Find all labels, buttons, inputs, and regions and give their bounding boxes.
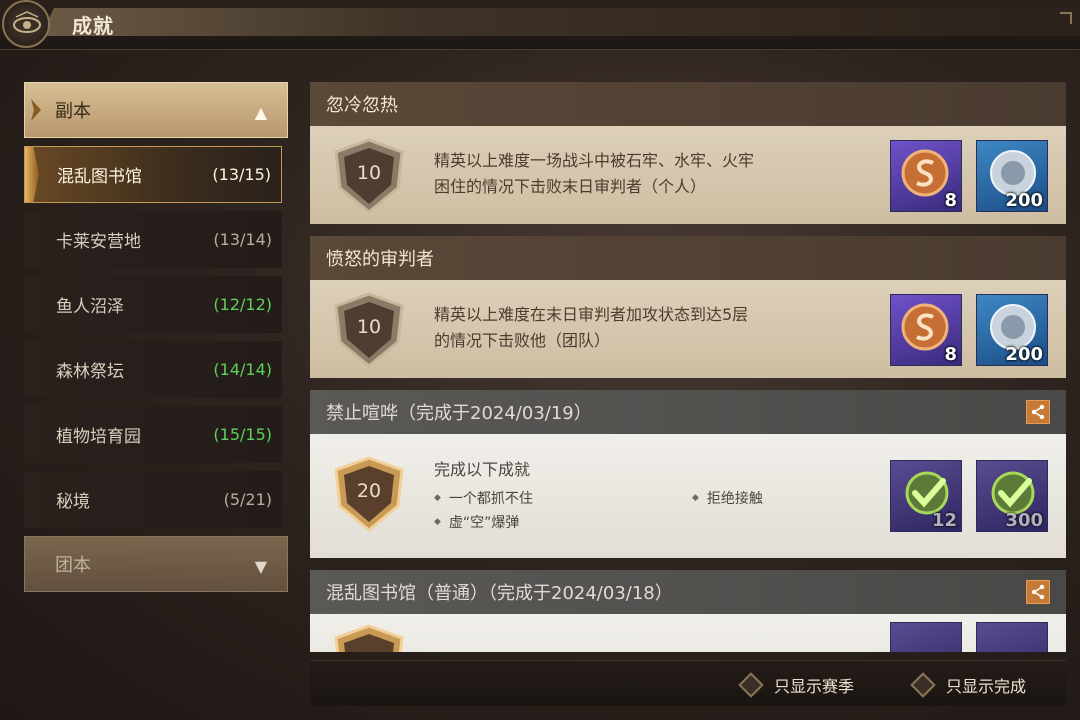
sidebar-item-label: 森林祭坛 — [56, 362, 124, 382]
achievement-title: 愤怒的审判者 — [326, 249, 434, 270]
achievement-list[interactable]: 忽冷忽热 10 精英以上难度一场战斗中被石牢、水牢、火牢 困住的情况下击败末日审… — [310, 82, 1066, 652]
achievement-title: 混乱图书馆（普通）（完成于2024/03/18） — [326, 583, 673, 604]
top-bar: 成就 — [0, 0, 1080, 50]
reward-claimed-item[interactable] — [976, 622, 1048, 652]
achievement-description: 精英以上难度一场战斗中被石牢、水牢、火牢 困住的情况下击败末日审判者（个人） — [434, 148, 874, 200]
share-button[interactable] — [1026, 400, 1050, 424]
filter-bar: 只显示赛季 只显示完成 — [310, 660, 1066, 706]
sidebar-item-count: (12/12) — [213, 295, 272, 314]
reward-orb-item[interactable]: 200 — [976, 294, 1048, 366]
reward-coin-item[interactable]: 8 — [890, 140, 962, 212]
filter-label: 只显示完成 — [946, 677, 1027, 696]
sidebar-item-count: (13/14) — [213, 230, 272, 249]
filter-label: 只显示赛季 — [774, 677, 855, 696]
chevron-up-icon: ▲ — [254, 103, 267, 122]
achievement-title-bar: 忽冷忽热 — [310, 82, 1066, 126]
reward-amount: 200 — [1005, 190, 1043, 211]
achievement-card: 10 精英以上难度一场战斗中被石牢、水牢、火牢 困住的情况下击败末日审判者（个人… — [310, 126, 1066, 224]
sidebar-item-forest-altar[interactable]: 森林祭坛 (14/14) — [24, 341, 282, 398]
sidebar-item-plant-nursery[interactable]: 植物培育园 (15/15) — [24, 406, 282, 463]
checkbox-icon[interactable] — [910, 672, 936, 698]
reward-amount: 12 — [931, 510, 957, 531]
sidebar-item-count: (15/15) — [213, 425, 272, 444]
eye-emblem-icon[interactable] — [2, 0, 50, 48]
reward-amount: 300 — [1005, 510, 1043, 531]
reward-amount: 8 — [944, 190, 957, 211]
season-only-filter[interactable]: 只显示赛季 — [738, 672, 855, 698]
active-marker-icon — [25, 147, 39, 202]
achievement-title: 禁止喧哗（完成于2024/03/19） — [326, 403, 592, 424]
sub-achievement: 拒绝接触 — [692, 488, 763, 508]
reward-orb-item[interactable]: 200 — [976, 140, 1048, 212]
share-icon — [1031, 584, 1045, 600]
corner-ornament — [1060, 12, 1072, 24]
shield-badge-icon: 10 — [328, 290, 410, 370]
completion-requirement-title: 完成以下成就 — [434, 460, 531, 479]
sidebar-item-label: 秘境 — [56, 492, 90, 512]
reward-claimed-item[interactable] — [890, 622, 962, 652]
shield-badge-gold-icon: 20 — [328, 454, 410, 534]
sub-achievement: 一个都抓不住 — [434, 488, 533, 508]
achievement-description: 精英以上难度在末日审判者加攻状态到达5层 的情况下击败他（团队） — [434, 302, 874, 354]
checkbox-icon[interactable] — [738, 672, 764, 698]
reward-claimed-item[interactable]: 300 — [976, 460, 1048, 532]
shield-badge-icon: 10 — [328, 136, 410, 216]
achievement-title-bar: 愤怒的审判者 — [310, 236, 1066, 280]
achievement-title-bar: 混乱图书馆（普通）（完成于2024/03/18） — [310, 570, 1066, 614]
achievement-title-bar: 禁止喧哗（完成于2024/03/19） — [310, 390, 1066, 434]
sidebar-item-murloc-swamp[interactable]: 鱼人沼泽 (12/12) — [24, 276, 282, 333]
category-sidebar: 副本 ▲ 混乱图书馆 (13/15) 卡莱安营地 (13/14) 鱼人沼泽 (1… — [24, 82, 288, 600]
sidebar-item-count: (14/14) — [213, 360, 272, 379]
sidebar-item-label: 鱼人沼泽 — [56, 297, 124, 317]
page-title: 成就 — [72, 14, 114, 38]
desc-line: 的情况下击败他（团队） — [434, 331, 611, 350]
sidebar-item-chaos-library[interactable]: 混乱图书馆 (13/15) — [24, 146, 282, 203]
reward-amount: 8 — [944, 344, 957, 365]
desc-line: 精英以上难度在末日审判者加攻状态到达5层 — [434, 305, 749, 324]
achievement-points: 10 — [356, 162, 382, 184]
sidebar-item-label: 混乱图书馆 — [57, 167, 142, 187]
category-label: 团本 — [55, 555, 91, 576]
desc-line: 精英以上难度一场战斗中被石牢、水牢、火牢 — [434, 151, 755, 170]
sub-achievement: 虚“空”爆弹 — [434, 512, 520, 532]
achievement-points: 20 — [356, 480, 382, 502]
share-button[interactable] — [1026, 580, 1050, 604]
sidebar-item-count: (5/21) — [223, 490, 272, 509]
header-arrow-icon — [31, 99, 41, 121]
completed-only-filter[interactable]: 只显示完成 — [910, 672, 1027, 698]
reward-claimed-item[interactable]: 12 — [890, 460, 962, 532]
achievement-points: 10 — [356, 316, 382, 338]
reward-amount: 200 — [1005, 344, 1043, 365]
share-icon — [1031, 404, 1045, 420]
sidebar-item-secret-realm[interactable]: 秘境 (5/21) — [24, 471, 282, 528]
achievement-card: 10 精英以上难度在末日审判者加攻状态到达5层 的情况下击败他（团队） 8 20… — [310, 280, 1066, 378]
reward-coin-item[interactable]: 8 — [890, 294, 962, 366]
category-raid-header[interactable]: 团本 ▼ — [24, 536, 288, 592]
sidebar-item-count: (13/15) — [212, 165, 271, 184]
category-label: 副本 — [55, 101, 91, 122]
achievement-card — [310, 614, 1066, 652]
desc-line: 困住的情况下击败末日审判者（个人） — [434, 177, 707, 196]
sidebar-item-label: 卡莱安营地 — [56, 232, 141, 252]
sidebar-item-label: 植物培育园 — [56, 427, 141, 447]
achievement-card: 20 完成以下成就 一个都抓不住 拒绝接触 虚“空”爆弹 12 300 — [310, 434, 1066, 558]
title-strip — [40, 8, 1080, 36]
sidebar-item-kalaian-camp[interactable]: 卡莱安营地 (13/14) — [24, 211, 282, 268]
achievement-title: 忽冷忽热 — [326, 95, 398, 116]
category-dungeon-header[interactable]: 副本 ▲ — [24, 82, 288, 138]
shield-badge-gold-icon — [328, 622, 410, 652]
chevron-down-icon: ▼ — [254, 557, 267, 576]
